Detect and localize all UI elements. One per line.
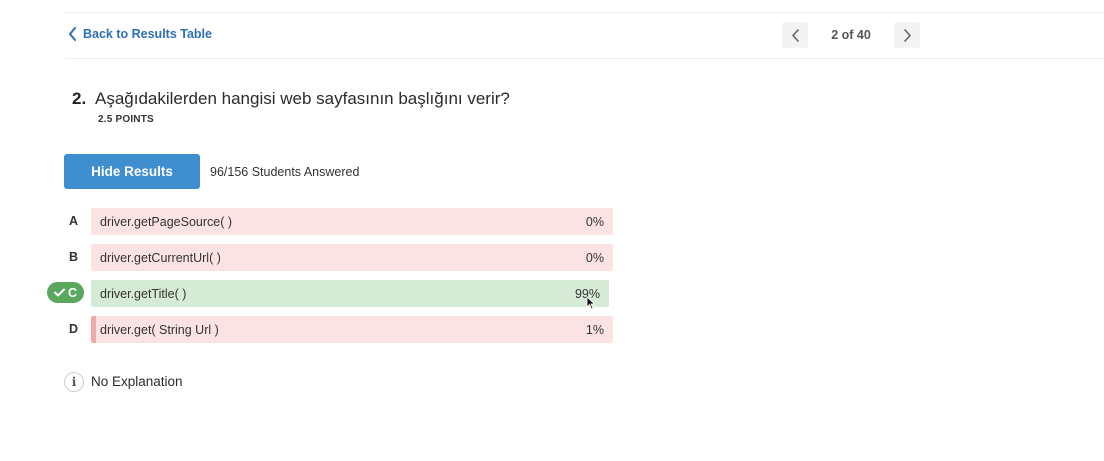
option-letter-label: C	[67, 285, 78, 300]
question-text: Aşağıdakilerden hangisi web sayfasının b…	[95, 89, 510, 108]
option-text: driver.getTitle( )	[100, 287, 187, 301]
students-answered-count: 96/156 Students Answered	[210, 165, 360, 179]
option-bar-c: driver.getTitle( ) 99%	[91, 280, 609, 307]
option-percent: 0%	[585, 215, 604, 229]
option-text: driver.getCurrentUrl( )	[100, 251, 221, 265]
option-percent: 1%	[585, 323, 604, 337]
chevron-left-icon	[69, 27, 76, 41]
option-bar-d: driver.get( String Url ) 1%	[91, 316, 613, 343]
question-points: 2.5 POINTS	[98, 114, 154, 125]
chevron-left-icon	[791, 28, 799, 42]
option-letter-label: D	[68, 321, 79, 336]
option-fill	[91, 316, 97, 343]
option-text: driver.getPageSource( )	[100, 215, 233, 229]
explanation-text: No Explanation	[91, 374, 183, 389]
option-letter-label: B	[68, 249, 79, 264]
next-question-button[interactable]	[894, 22, 920, 48]
option-text: driver.get( String Url )	[100, 323, 219, 337]
option-percent: 0%	[585, 251, 604, 265]
back-link-label: Back to Results Table	[83, 27, 212, 41]
option-letter-label: A	[68, 213, 79, 228]
option-letter-b: B	[63, 246, 84, 267]
top-divider	[65, 12, 1104, 13]
previous-question-button[interactable]	[782, 22, 808, 48]
mouse-cursor-icon	[586, 296, 596, 310]
option-bar-a: driver.getPageSource( ) 0%	[91, 208, 613, 235]
header-divider	[65, 58, 1104, 59]
info-icon: i	[64, 372, 84, 392]
pager-label: 2 of 40	[831, 28, 871, 42]
hide-results-button[interactable]: Hide Results	[64, 154, 200, 189]
question-pager: 2 of 40	[782, 22, 920, 48]
option-letter-d: D	[63, 318, 84, 339]
option-letter-c: C	[47, 282, 84, 303]
checkmark-icon	[53, 288, 65, 297]
option-letter-a: A	[63, 210, 84, 231]
chevron-right-icon	[903, 28, 911, 42]
back-to-results-link[interactable]: Back to Results Table	[68, 27, 212, 41]
option-bar-b: driver.getCurrentUrl( ) 0%	[91, 244, 613, 271]
question-number: 2.	[72, 89, 87, 108]
